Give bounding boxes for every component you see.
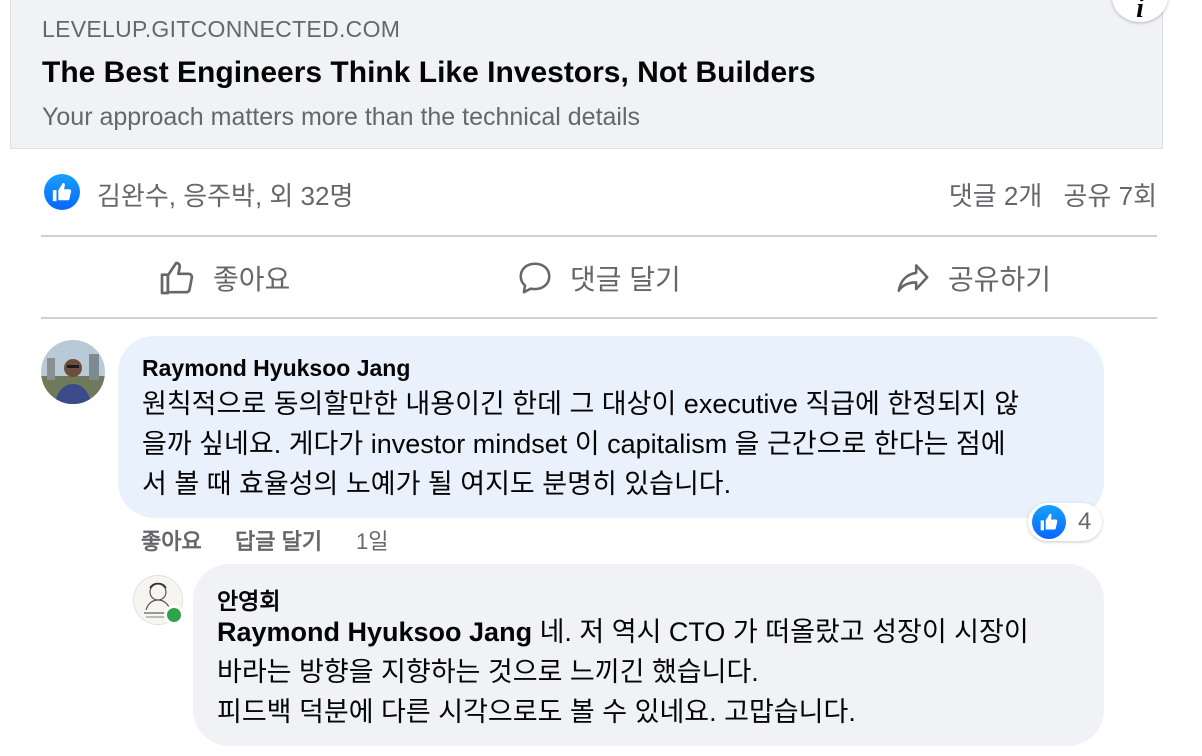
link-preview-card[interactable]: LEVELUP.GITCONNECTED.COM The Best Engine…	[10, 0, 1168, 149]
comment-reply-link[interactable]: 답글 달기	[235, 524, 322, 556]
link-subtitle: Your approach matters more than the tech…	[42, 103, 641, 131]
comment-button[interactable]: 댓글 달기	[516, 255, 681, 301]
reply-text: Raymond Hyuksoo Jang 네. 저 역시 CTO 가 떠올랐고 …	[217, 612, 1029, 732]
speech-bubble-icon	[519, 262, 551, 294]
facebook-post-detail: LEVELUP.GITCONNECTED.COM The Best Engine…	[0, 0, 1202, 756]
comment-bubble[interactable]: Raymond Hyuksoo Jang 원칙적으로 동의할만한 내용이긴 한데…	[118, 336, 1104, 518]
reply-line: Raymond Hyuksoo Jang 네. 저 역시 CTO 가 떠올랐고 …	[217, 617, 1029, 647]
comments-count[interactable]: 댓글 2개	[949, 181, 1042, 211]
comment-author[interactable]: Raymond Hyuksoo Jang	[142, 355, 410, 382]
thumbs-up-outline-icon	[160, 261, 194, 295]
info-icon[interactable]: i	[1112, 0, 1168, 24]
divider	[41, 317, 1157, 319]
comment-like-link[interactable]: 좋아요	[141, 524, 202, 556]
share-button[interactable]: 공유하기	[894, 255, 1051, 301]
comment-line: 을까 싶네요. 게다가 investor mindset 이 capitalis…	[142, 429, 1006, 459]
like-icon	[1032, 505, 1066, 539]
divider	[41, 235, 1157, 237]
mention-tag[interactable]: Raymond Hyuksoo Jang	[217, 617, 532, 647]
avatar[interactable]	[41, 340, 105, 404]
reply-line: 피드백 덕분에 다른 시각으로도 볼 수 있네요. 고맙습니다.	[217, 697, 856, 727]
profile-photo	[41, 340, 105, 404]
reaction-count: 4	[1078, 508, 1092, 535]
engagement-counts: 댓글 2개 공유 7회	[949, 176, 1157, 213]
reply-line: 바라는 방향을 지향하는 것으로 느끼긴 했습니다.	[217, 657, 759, 687]
thumbs-up-glyph	[1040, 513, 1058, 531]
comment-line: 서 볼 때 효율성의 노예가 될 여지도 분명히 있습니다.	[142, 469, 732, 499]
online-status-indicator	[164, 605, 184, 625]
comment-timestamp[interactable]: 1일	[356, 524, 388, 556]
reply-bubble[interactable]: 안영회 Raymond Hyuksoo Jang 네. 저 역시 CTO 가 떠…	[193, 564, 1104, 746]
comment-text: 원칙적으로 동의할만한 내용이긴 한데 그 대상이 executive 직급에 …	[142, 384, 1019, 504]
share-button-label: 공유하기	[948, 264, 1052, 295]
comment-reaction-count[interactable]: 4	[1028, 503, 1102, 541]
shares-count[interactable]: 공유 7회	[1064, 181, 1157, 211]
link-title[interactable]: The Best Engineers Think Like Investors,…	[42, 56, 816, 90]
comment-button-label: 댓글 달기	[570, 264, 681, 295]
reaction-summary: 김완수, 응주박, 외 32명 댓글 2개 공유 7회	[42, 170, 1157, 216]
comment-line: 원칙적으로 동의할만한 내용이긴 한데 그 대상이 executive 직급에 …	[142, 389, 1020, 419]
thumbs-up-glyph	[52, 182, 72, 202]
share-arrow-icon	[897, 264, 929, 292]
link-domain: LEVELUP.GITCONNECTED.COM	[42, 16, 401, 42]
like-icon[interactable]	[44, 174, 80, 210]
like-button[interactable]: 좋아요	[157, 255, 290, 301]
reply-author[interactable]: 안영회	[217, 582, 280, 616]
like-button-label: 좋아요	[213, 264, 291, 295]
reactors-names[interactable]: 김완수, 응주박, 외 32명	[97, 176, 353, 213]
